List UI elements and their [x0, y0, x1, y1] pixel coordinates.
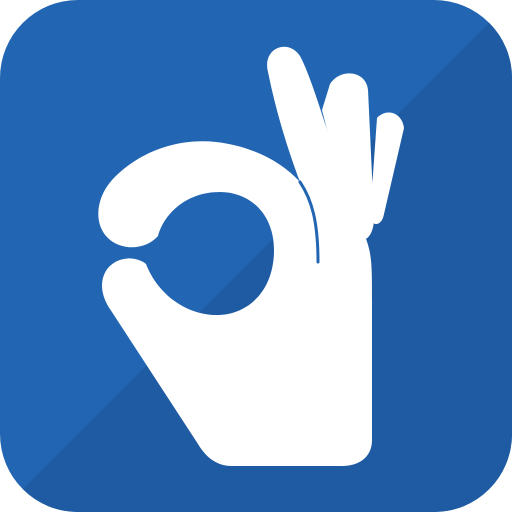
icon-canvas	[0, 0, 512, 512]
ok-hand-app-icon[interactable]	[0, 0, 512, 512]
